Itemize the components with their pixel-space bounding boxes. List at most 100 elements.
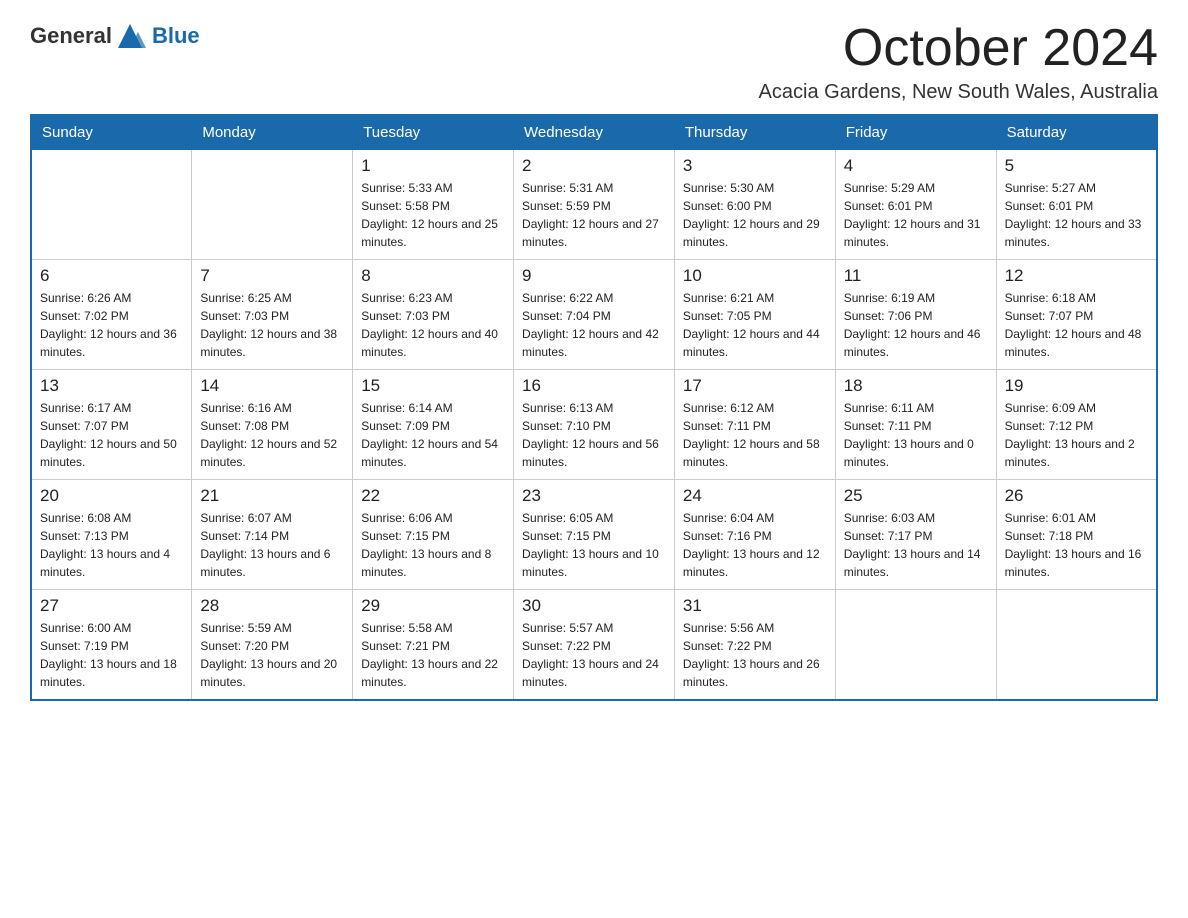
calendar-cell: 24Sunrise: 6:04 AMSunset: 7:16 PMDayligh… — [674, 480, 835, 590]
day-info: Sunrise: 6:11 AMSunset: 7:11 PMDaylight:… — [844, 399, 988, 471]
day-info: Sunrise: 6:12 AMSunset: 7:11 PMDaylight:… — [683, 399, 827, 471]
day-number: 25 — [844, 486, 988, 506]
col-saturday: Saturday — [996, 115, 1157, 150]
day-number: 2 — [522, 156, 666, 176]
calendar-cell: 8 Sunrise: 6:23 AMSunset: 7:03 PMDaylight… — [353, 260, 514, 370]
day-number: 17 — [683, 376, 827, 396]
logo-blue: Blue — [152, 23, 200, 49]
day-number: 14 — [200, 376, 344, 396]
day-info: Sunrise: 5:27 AMSunset: 6:01 PMDaylight:… — [1005, 179, 1148, 251]
calendar-cell: 20 Sunrise: 6:08 AMSunset: 7:13 PMDayligh… — [31, 480, 192, 590]
day-info: Sunrise: 6:08 AMSunset: 7:13 PMDaylight:… — [40, 509, 183, 581]
calendar-cell: 7 Sunrise: 6:25 AMSunset: 7:03 PMDaylight… — [192, 260, 353, 370]
day-number: 7 — [200, 266, 344, 286]
calendar-cell: 29 Sunrise: 5:58 AMSunset: 7:21 PMDayligh… — [353, 590, 514, 700]
calendar-cell: 23 Sunrise: 6:05 AMSunset: 7:15 PMDayligh… — [514, 480, 675, 590]
calendar-cell — [996, 590, 1157, 700]
col-tuesday: Tuesday — [353, 115, 514, 150]
day-number: 9 — [522, 266, 666, 286]
calendar-cell: 10Sunrise: 6:21 AMSunset: 7:05 PMDayligh… — [674, 260, 835, 370]
calendar-cell: 11 Sunrise: 6:19 AMSunset: 7:06 PMDayligh… — [835, 260, 996, 370]
day-number: 3 — [683, 156, 827, 176]
day-number: 20 — [40, 486, 183, 506]
day-info: Sunrise: 6:03 AMSunset: 7:17 PMDaylight:… — [844, 509, 988, 581]
day-info: Sunrise: 6:09 AMSunset: 7:12 PMDaylight:… — [1005, 399, 1148, 471]
calendar-cell: 19Sunrise: 6:09 AMSunset: 7:12 PMDayligh… — [996, 370, 1157, 480]
day-info: Sunrise: 5:31 AMSunset: 5:59 PMDaylight:… — [522, 179, 666, 251]
calendar-cell: 6Sunrise: 6:26 AMSunset: 7:02 PMDaylight… — [31, 260, 192, 370]
day-number: 4 — [844, 156, 988, 176]
calendar-cell: 1 Sunrise: 5:33 AMSunset: 5:58 PMDaylight… — [353, 150, 514, 260]
day-info: Sunrise: 6:07 AMSunset: 7:14 PMDaylight:… — [200, 509, 344, 581]
calendar-cell: 4Sunrise: 5:29 AMSunset: 6:01 PMDaylight… — [835, 150, 996, 260]
day-number: 5 — [1005, 156, 1148, 176]
calendar-cell: 5 Sunrise: 5:27 AMSunset: 6:01 PMDaylight… — [996, 150, 1157, 260]
day-number: 15 — [361, 376, 505, 396]
calendar-cell — [31, 150, 192, 260]
day-number: 28 — [200, 596, 344, 616]
day-number: 31 — [683, 596, 827, 616]
day-number: 26 — [1005, 486, 1148, 506]
calendar-cell: 27 Sunrise: 6:00 AMSunset: 7:19 PMDayligh… — [31, 590, 192, 700]
day-info: Sunrise: 6:14 AMSunset: 7:09 PMDaylight:… — [361, 399, 505, 471]
day-info: Sunrise: 5:56 AMSunset: 7:22 PMDaylight:… — [683, 619, 827, 691]
day-info: Sunrise: 6:00 AMSunset: 7:19 PMDaylight:… — [40, 619, 183, 691]
page-header: General Blue October 2024 Acacia Gardens… — [30, 20, 1158, 104]
day-number: 22 — [361, 486, 505, 506]
logo-general: General — [30, 23, 112, 49]
calendar-cell: 3Sunrise: 5:30 AMSunset: 6:00 PMDaylight… — [674, 150, 835, 260]
day-info: Sunrise: 6:21 AMSunset: 7:05 PMDaylight:… — [683, 289, 827, 361]
day-info: Sunrise: 5:59 AMSunset: 7:20 PMDaylight:… — [200, 619, 344, 691]
day-number: 29 — [361, 596, 505, 616]
calendar-cell: 14 Sunrise: 6:16 AMSunset: 7:08 PMDayligh… — [192, 370, 353, 480]
day-info: Sunrise: 5:33 AMSunset: 5:58 PMDaylight:… — [361, 179, 505, 251]
day-number: 16 — [522, 376, 666, 396]
day-number: 11 — [844, 266, 988, 286]
day-number: 24 — [683, 486, 827, 506]
day-number: 13 — [40, 376, 183, 396]
day-info: Sunrise: 6:01 AMSunset: 7:18 PMDaylight:… — [1005, 509, 1148, 581]
calendar-cell: 9Sunrise: 6:22 AMSunset: 7:04 PMDaylight… — [514, 260, 675, 370]
day-info: Sunrise: 6:06 AMSunset: 7:15 PMDaylight:… — [361, 509, 505, 581]
calendar-cell: 13 Sunrise: 6:17 AMSunset: 7:07 PMDayligh… — [31, 370, 192, 480]
calendar-cell: 26 Sunrise: 6:01 AMSunset: 7:18 PMDayligh… — [996, 480, 1157, 590]
calendar-cell: 22 Sunrise: 6:06 AMSunset: 7:15 PMDayligh… — [353, 480, 514, 590]
day-info: Sunrise: 6:19 AMSunset: 7:06 PMDaylight:… — [844, 289, 988, 361]
calendar-cell — [192, 150, 353, 260]
day-info: Sunrise: 5:57 AMSunset: 7:22 PMDaylight:… — [522, 619, 666, 691]
day-number: 21 — [200, 486, 344, 506]
calendar-cell: 31 Sunrise: 5:56 AMSunset: 7:22 PMDayligh… — [674, 590, 835, 700]
logo: General Blue — [30, 20, 200, 52]
day-info: Sunrise: 6:05 AMSunset: 7:15 PMDaylight:… — [522, 509, 666, 581]
day-info: Sunrise: 6:16 AMSunset: 7:08 PMDaylight:… — [200, 399, 344, 471]
title-section: October 2024 Acacia Gardens, New South W… — [759, 20, 1158, 104]
col-sunday: Sunday — [31, 115, 192, 150]
calendar-cell: 25 Sunrise: 6:03 AMSunset: 7:17 PMDayligh… — [835, 480, 996, 590]
col-monday: Monday — [192, 115, 353, 150]
calendar-week-2: 6Sunrise: 6:26 AMSunset: 7:02 PMDaylight… — [31, 260, 1157, 370]
calendar-cell: 15 Sunrise: 6:14 AMSunset: 7:09 PMDayligh… — [353, 370, 514, 480]
day-number: 27 — [40, 596, 183, 616]
col-wednesday: Wednesday — [514, 115, 675, 150]
logo-icon — [114, 20, 146, 52]
calendar-week-5: 27 Sunrise: 6:00 AMSunset: 7:19 PMDayligh… — [31, 590, 1157, 700]
day-info: Sunrise: 6:23 AMSunset: 7:03 PMDaylight:… — [361, 289, 505, 361]
calendar-cell: 28 Sunrise: 5:59 AMSunset: 7:20 PMDayligh… — [192, 590, 353, 700]
location-title: Acacia Gardens, New South Wales, Austral… — [759, 81, 1158, 104]
calendar-cell: 17 Sunrise: 6:12 AMSunset: 7:11 PMDayligh… — [674, 370, 835, 480]
calendar-body: 1 Sunrise: 5:33 AMSunset: 5:58 PMDaylight… — [31, 150, 1157, 700]
day-info: Sunrise: 5:58 AMSunset: 7:21 PMDaylight:… — [361, 619, 505, 691]
col-friday: Friday — [835, 115, 996, 150]
calendar-week-1: 1 Sunrise: 5:33 AMSunset: 5:58 PMDaylight… — [31, 150, 1157, 260]
day-number: 8 — [361, 266, 505, 286]
day-number: 23 — [522, 486, 666, 506]
day-info: Sunrise: 6:17 AMSunset: 7:07 PMDaylight:… — [40, 399, 183, 471]
month-title: October 2024 — [759, 20, 1158, 77]
day-info: Sunrise: 6:13 AMSunset: 7:10 PMDaylight:… — [522, 399, 666, 471]
calendar-cell: 18Sunrise: 6:11 AMSunset: 7:11 PMDayligh… — [835, 370, 996, 480]
day-number: 1 — [361, 156, 505, 176]
calendar-cell: 12Sunrise: 6:18 AMSunset: 7:07 PMDayligh… — [996, 260, 1157, 370]
day-info: Sunrise: 6:26 AMSunset: 7:02 PMDaylight:… — [40, 289, 183, 361]
col-thursday: Thursday — [674, 115, 835, 150]
day-info: Sunrise: 6:25 AMSunset: 7:03 PMDaylight:… — [200, 289, 344, 361]
